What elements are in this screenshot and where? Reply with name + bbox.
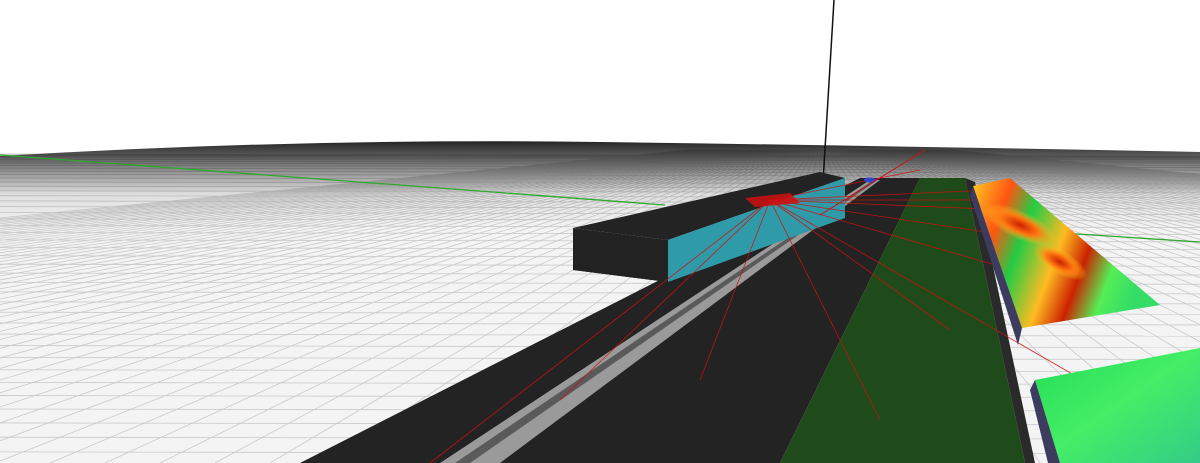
sky [0, 0, 1200, 150]
scene-canvas[interactable] [0, 0, 1200, 463]
3d-viewport[interactable] [0, 0, 1200, 463]
